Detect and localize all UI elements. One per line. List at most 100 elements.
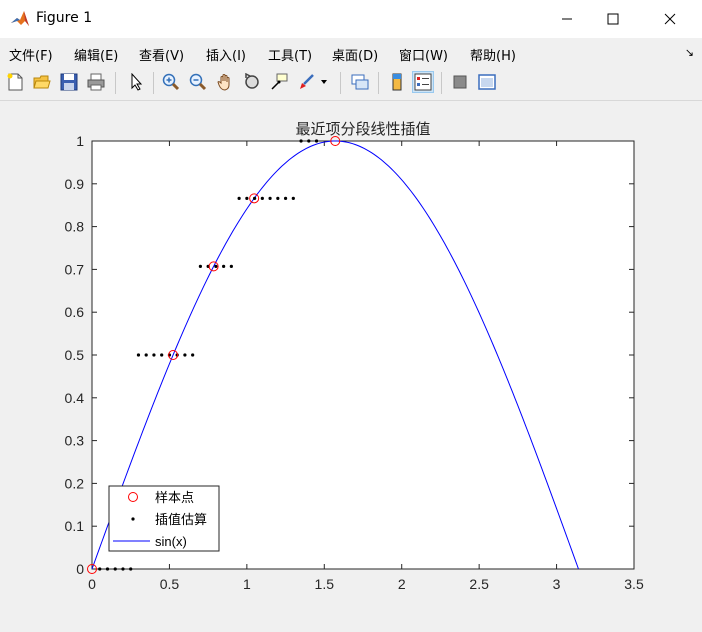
y-tick-label: 0.8 (65, 219, 85, 235)
y-tick-label: 0.6 (65, 304, 85, 320)
interpolated-point (191, 353, 195, 357)
toolbar-separator (115, 72, 116, 94)
y-tick-label: 0.1 (65, 518, 85, 534)
new-figure-button[interactable] (4, 71, 26, 93)
interpolated-point (291, 196, 295, 200)
interpolated-point (245, 196, 249, 200)
interpolated-point (121, 567, 125, 571)
y-tick-label: 0.4 (65, 390, 85, 406)
menu-window[interactable]: 窗口(W) (399, 45, 448, 64)
link-plot-button[interactable] (349, 71, 371, 93)
window-title: Figure 1 (36, 10, 93, 26)
x-tick-label: 1 (243, 576, 251, 592)
rotate-3d-icon (245, 73, 259, 89)
open-file-button[interactable] (31, 71, 53, 93)
pan-hand-icon (217, 74, 230, 91)
minimize-icon (562, 18, 572, 20)
colorbar-button[interactable] (386, 71, 408, 93)
menu-view[interactable]: 查看(V) (139, 45, 184, 64)
legend-icon (414, 73, 432, 91)
matlab-logo-icon (10, 9, 30, 29)
brush-dropdown-button[interactable] (317, 71, 331, 93)
select-pointer-icon (131, 73, 143, 91)
interpolated-point (152, 353, 156, 357)
interpolated-point (253, 196, 257, 200)
zoom-out-icon (189, 73, 207, 91)
legend-label-interpolated: 插值估算 (155, 512, 207, 528)
interpolated-point (260, 196, 264, 200)
menu-bar: 文件(F) 编辑(E) 查看(V) 插入(I) 工具(T) 桌面(D) 窗口(W… (0, 38, 702, 66)
close-icon (664, 13, 676, 25)
save-button[interactable] (58, 71, 80, 93)
interpolated-point (283, 196, 288, 200)
interpolated-point (307, 139, 311, 143)
figure-canvas: 0 0.5 1 1.5 2 2.5 3 3.5 0 0.1 0.2 0.3 0.4 0.5 0.6 0.7 0… (0, 101, 702, 628)
legend-button[interactable] (412, 71, 434, 93)
interpolated-point (144, 353, 148, 357)
data-cursor-button[interactable] (268, 71, 290, 93)
close-button[interactable] (647, 0, 693, 38)
x-tick-label: 1.5 (315, 576, 335, 592)
interpolated-point (98, 567, 102, 571)
menu-edit[interactable]: 编辑(E) (74, 45, 118, 64)
x-tick-label: 0 (88, 576, 96, 592)
title-bar: Figure 1 (0, 0, 702, 38)
zoom-in-button[interactable] (160, 71, 182, 93)
interpolated-point (198, 264, 202, 268)
chart-title: 最近项分段线性插值 (295, 120, 430, 138)
y-tick-label: 0.2 (65, 475, 85, 491)
link-plot-icon (351, 74, 369, 90)
interpolated-point (229, 264, 233, 268)
toolbar-separator (340, 72, 341, 94)
menu-tools[interactable]: 工具(T) (268, 45, 312, 64)
toolbar-separator (441, 72, 442, 94)
interpolated-point (129, 567, 133, 571)
interpolated-point (113, 567, 117, 571)
chevron-down-icon (321, 80, 327, 84)
maximize-button[interactable] (590, 0, 636, 38)
legend[interactable]: 样本点 插值估算 sin(x) (108, 485, 220, 552)
x-tick-label: 0.5 (160, 576, 180, 592)
hide-plot-tools-icon (453, 75, 467, 89)
colorbar-icon (392, 73, 402, 91)
open-file-icon (33, 75, 51, 89)
select-pointer-button[interactable] (125, 71, 147, 93)
toolbar-separator (378, 72, 379, 94)
interpolated-point (160, 353, 164, 357)
menu-file[interactable]: 文件(F) (9, 45, 53, 64)
brush-icon (300, 74, 314, 89)
toolbar (0, 66, 702, 101)
menu-help[interactable]: 帮助(H) (470, 45, 516, 64)
y-tick-label: 0.5 (65, 347, 85, 363)
print-icon (87, 73, 105, 91)
interpolated-point (299, 139, 303, 143)
interpolated-point (105, 567, 110, 571)
hide-plot-tools-button[interactable] (449, 71, 471, 93)
pan-button[interactable] (214, 71, 236, 93)
y-tick-label: 0 (76, 561, 84, 577)
x-tick-label: 2.5 (469, 576, 489, 592)
interpolated-point (314, 139, 319, 143)
toolbar-separator (153, 72, 154, 94)
print-button[interactable] (85, 71, 107, 93)
interpolated-point (214, 264, 218, 268)
zoom-out-button[interactable] (187, 71, 209, 93)
show-plot-tools-button[interactable] (476, 71, 498, 93)
interpolated-point (237, 196, 241, 200)
menu-desktop[interactable]: 桌面(D) (332, 45, 378, 64)
legend-label-sin: sin(x) (155, 534, 187, 549)
x-tick-label: 3.5 (624, 576, 644, 592)
interpolated-point (136, 353, 141, 357)
brush-button[interactable] (295, 71, 317, 93)
show-plot-tools-icon (478, 74, 496, 90)
legend-marker-interpolated (131, 517, 135, 521)
rotate-3d-button[interactable] (241, 71, 263, 93)
x-tick-label: 2 (398, 576, 406, 592)
menu-insert[interactable]: 插入(I) (206, 45, 246, 64)
interpolated-point (268, 196, 272, 200)
y-tick-label: 0.7 (65, 261, 85, 277)
menu-dock-arrow-icon[interactable]: ↘ (685, 46, 694, 59)
y-tick-label: 1 (76, 133, 84, 149)
y-tick-label: 0.3 (65, 433, 85, 449)
minimize-button[interactable] (544, 0, 590, 38)
